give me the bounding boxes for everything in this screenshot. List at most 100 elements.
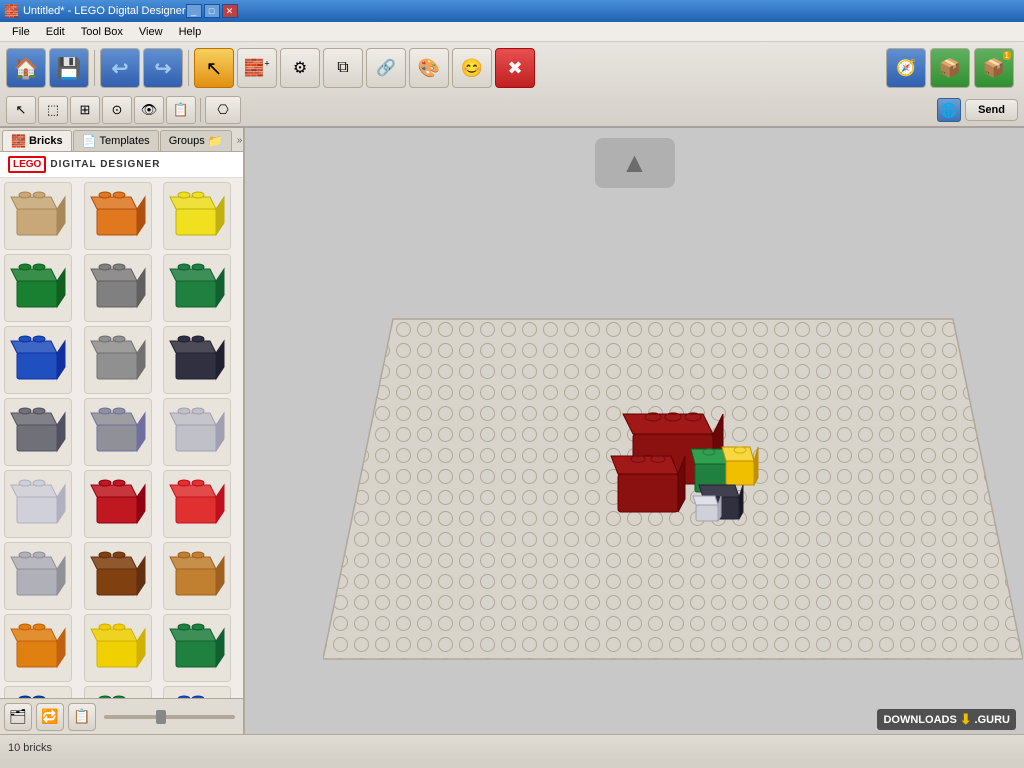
brick-item[interactable]: [163, 686, 231, 698]
paint-button[interactable]: 🎨: [409, 48, 449, 88]
brick-item[interactable]: [4, 470, 72, 538]
redo-button[interactable]: ↪: [143, 48, 183, 88]
zoom-handle[interactable]: [156, 710, 166, 724]
canvas-area[interactable]: ▲: [245, 128, 1024, 734]
zoom-slider[interactable]: [104, 715, 235, 719]
up-arrow-button[interactable]: ▲: [595, 138, 675, 188]
toolbar-row1: 🏠 💾 ↩ ↪ ↖ 🧱+ ⚙ ⧉ 🔗: [0, 42, 1024, 94]
templates-tab-icon: 📄: [82, 134, 97, 148]
brick-item[interactable]: [84, 470, 152, 538]
separator-1: [94, 50, 95, 86]
bricks-tab-icon: 🧱: [11, 134, 26, 148]
status-bar: 10 bricks: [0, 734, 1024, 760]
brand-text: DIGITAL DESIGNER: [50, 159, 160, 170]
brick-item[interactable]: [4, 614, 72, 682]
hinge-button[interactable]: ⚙: [280, 48, 320, 88]
tab-groups[interactable]: Groups 📁: [160, 130, 232, 151]
window-controls: _ □ ✕: [186, 4, 238, 18]
navigate-button[interactable]: 🧭: [886, 48, 926, 88]
face-button[interactable]: 😊: [452, 48, 492, 88]
view3d-button[interactable]: 📦: [930, 48, 970, 88]
brick-item[interactable]: [4, 326, 72, 394]
watermark: DOWNLOADS ⬇ .GURU: [877, 709, 1016, 730]
delete-button[interactable]: ✖: [495, 48, 535, 88]
menu-help[interactable]: Help: [171, 24, 210, 40]
flex-button[interactable]: 🔗: [366, 48, 406, 88]
brick-item[interactable]: [84, 326, 152, 394]
arrow-tool-button[interactable]: ↖: [6, 96, 36, 124]
select-tool-button[interactable]: ↖: [194, 48, 234, 88]
add-brick-button[interactable]: 🧱+: [237, 48, 277, 88]
brick-item[interactable]: [4, 686, 72, 698]
send-area: 🌐 Send: [937, 98, 1018, 122]
box-select-button[interactable]: ⊞: [70, 96, 100, 124]
brick-item[interactable]: [84, 254, 152, 322]
maximize-button[interactable]: □: [204, 4, 220, 18]
select2-button[interactable]: ⬚: [38, 96, 68, 124]
close-button[interactable]: ✕: [222, 4, 238, 18]
menu-file[interactable]: File: [4, 24, 38, 40]
dark-red-brick-2: [611, 456, 685, 513]
baseplate: [323, 239, 1023, 719]
brick-item[interactable]: [84, 614, 152, 682]
home-button[interactable]: 🏠: [6, 48, 46, 88]
view-mode-button-3[interactable]: 📋: [68, 703, 96, 731]
lasso-button[interactable]: ⊙: [102, 96, 132, 124]
brick-item[interactable]: [84, 398, 152, 466]
lego-logo: LEGO: [8, 156, 46, 173]
brick-item[interactable]: [4, 398, 72, 466]
sidebar-bottom: 🗂 🔁 📋: [0, 698, 243, 734]
view-mode-button-2[interactable]: 🔁: [36, 703, 64, 731]
brick-item[interactable]: [84, 182, 152, 250]
send-button[interactable]: Send: [965, 99, 1018, 121]
menu-toolbox[interactable]: Tool Box: [73, 24, 131, 40]
view-options-button[interactable]: 📦 1: [974, 48, 1014, 88]
sidebar: 🧱 Bricks 📄 Templates Groups 📁 » LEGO DIG…: [0, 128, 245, 734]
separator-2: [188, 50, 189, 86]
brick-item[interactable]: [163, 326, 231, 394]
sidebar-collapse-button[interactable]: »: [233, 133, 245, 148]
undo-button[interactable]: ↩: [100, 48, 140, 88]
watermark-domain: .GURU: [975, 714, 1010, 726]
title-icon: 🧱: [4, 4, 19, 18]
separator-3: [200, 98, 201, 122]
baseplate-container: [323, 239, 1023, 719]
right-toolbar: 🧭 📦 📦 1: [886, 48, 1018, 88]
brick-item[interactable]: [4, 542, 72, 610]
brick-item[interactable]: [163, 254, 231, 322]
watermark-text: DOWNLOADS: [883, 714, 956, 726]
tab-bricks[interactable]: 🧱 Bricks: [2, 130, 72, 151]
title-text: Untitled* - LEGO Digital Designer: [23, 5, 186, 17]
sidebar-tabs: 🧱 Bricks 📄 Templates Groups 📁 »: [0, 128, 243, 152]
view-mode-button-1[interactable]: 🗂: [4, 703, 32, 731]
connect-button[interactable]: ⎔: [205, 96, 241, 124]
brick-item[interactable]: [163, 470, 231, 538]
main-area: 🧱 Bricks 📄 Templates Groups 📁 » LEGO DIG…: [0, 128, 1024, 734]
brick-item[interactable]: [163, 398, 231, 466]
menu-edit[interactable]: Edit: [38, 24, 73, 40]
hide-button[interactable]: 👁: [134, 96, 164, 124]
brick-item[interactable]: [163, 542, 231, 610]
brick-count-label: 10 bricks: [8, 742, 52, 754]
brick-item[interactable]: [4, 254, 72, 322]
minimize-button[interactable]: _: [186, 4, 202, 18]
watermark-arrow-icon: ⬇: [960, 711, 972, 728]
menu-bar: File Edit Tool Box View Help: [0, 22, 1024, 42]
brick-item[interactable]: [163, 614, 231, 682]
copy-button[interactable]: 📋: [166, 96, 196, 124]
brick-item[interactable]: [163, 182, 231, 250]
clone-button[interactable]: ⧉: [323, 48, 363, 88]
toolbar-row2: ↖ ⬚ ⊞ ⊙ 👁 📋 ⎔ 🌐 Send: [0, 94, 1024, 126]
tab-templates[interactable]: 📄 Templates: [73, 130, 159, 151]
top-section: 🏠 💾 ↩ ↪ ↖ 🧱+ ⚙ ⧉ 🔗: [0, 42, 1024, 128]
menu-view[interactable]: View: [131, 24, 171, 40]
brick-grid: [0, 178, 243, 698]
globe-icon-button[interactable]: 🌐: [937, 98, 961, 122]
brick-item[interactable]: [84, 542, 152, 610]
save-button[interactable]: 💾: [49, 48, 89, 88]
title-bar: 🧱 Untitled* - LEGO Digital Designer _ □ …: [0, 0, 1024, 22]
brick-item[interactable]: [4, 182, 72, 250]
groups-tab-icon: 📁: [208, 134, 223, 148]
brick-item[interactable]: [84, 686, 152, 698]
brand-bar: LEGO DIGITAL DESIGNER: [0, 152, 243, 178]
